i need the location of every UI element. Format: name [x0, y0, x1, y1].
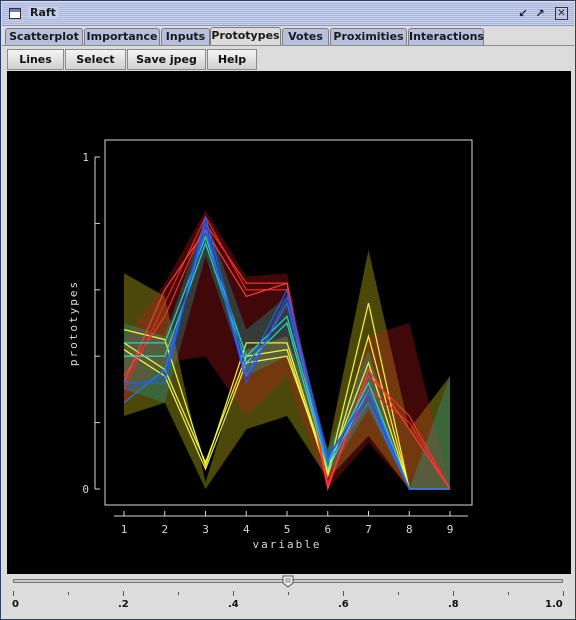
raft-window: Raft ↙ ↗ ✕ Scatterplot Importance Inputs…: [0, 0, 576, 620]
slider-tick: [453, 591, 454, 596]
app-window-icon: [9, 8, 21, 19]
y-tick-label: 0: [82, 483, 89, 496]
tab-inputs[interactable]: Inputs: [161, 28, 210, 45]
window-title: Raft: [28, 6, 58, 19]
close-icon[interactable]: ✕: [555, 7, 568, 20]
lines-button[interactable]: Lines: [7, 49, 64, 70]
tab-proximities[interactable]: Proximities: [330, 28, 407, 45]
help-button[interactable]: Help: [207, 49, 257, 70]
slider-label: .2: [118, 599, 129, 610]
x-tick-label: 7: [365, 523, 372, 536]
slider-tick: [508, 592, 509, 595]
slider-thumb[interactable]: [282, 575, 294, 588]
slider-tick: [68, 592, 69, 595]
select-button[interactable]: Select: [65, 49, 126, 70]
toolbar: Lines Select Save jpeg Help: [2, 46, 574, 72]
x-tick-label: 4: [243, 523, 250, 536]
x-tick-label: 3: [202, 523, 209, 536]
slider-label: 1.0: [545, 599, 563, 610]
tab-votes[interactable]: Votes: [282, 28, 329, 45]
title-bar[interactable]: Raft ↙ ↗ ✕: [2, 2, 574, 26]
x-tick-label: 8: [406, 523, 413, 536]
plot-canvas[interactable]: 0 1 prototypes 1 2 3 4 5 6 7 8 9 variable: [7, 71, 571, 574]
y-axis-label: prototypes: [67, 280, 80, 366]
threshold-slider[interactable]: 0 .2 .4 .6 .8 1.0: [7, 575, 571, 619]
slider-tick: [343, 591, 344, 596]
x-tick-label: 5: [284, 523, 291, 536]
slider-label: .6: [338, 599, 349, 610]
slider-tick: [288, 592, 289, 595]
maximize-icon[interactable]: ↗: [533, 7, 547, 21]
slider-label: .4: [228, 599, 239, 610]
x-tick-label: 6: [324, 523, 331, 536]
tab-scatterplot[interactable]: Scatterplot: [5, 28, 83, 45]
slider-label: 0: [12, 599, 19, 610]
tab-importance[interactable]: Importance: [84, 28, 160, 45]
x-tick-label: 9: [447, 523, 454, 536]
x-axis-label: variable: [253, 538, 322, 551]
slider-tick: [13, 591, 14, 596]
x-tick-label: 2: [161, 523, 168, 536]
slider-label: .8: [448, 599, 459, 610]
tab-interactions[interactable]: Interactions: [408, 28, 484, 45]
slider-tick: [398, 592, 399, 595]
x-tick-label: 1: [121, 523, 128, 536]
y-tick-label: 1: [82, 151, 89, 164]
save-jpeg-button[interactable]: Save jpeg: [127, 49, 206, 70]
tab-prototypes[interactable]: Prototypes: [210, 27, 281, 46]
slider-tick: [123, 591, 124, 596]
slider-tick: [233, 591, 234, 596]
slider-tick: [178, 592, 179, 595]
prototypes-chart[interactable]: 0 1 prototypes 1 2 3 4 5 6 7 8 9 variable: [7, 71, 571, 574]
minimize-icon[interactable]: ↙: [516, 7, 530, 21]
slider-tick: [563, 591, 564, 596]
